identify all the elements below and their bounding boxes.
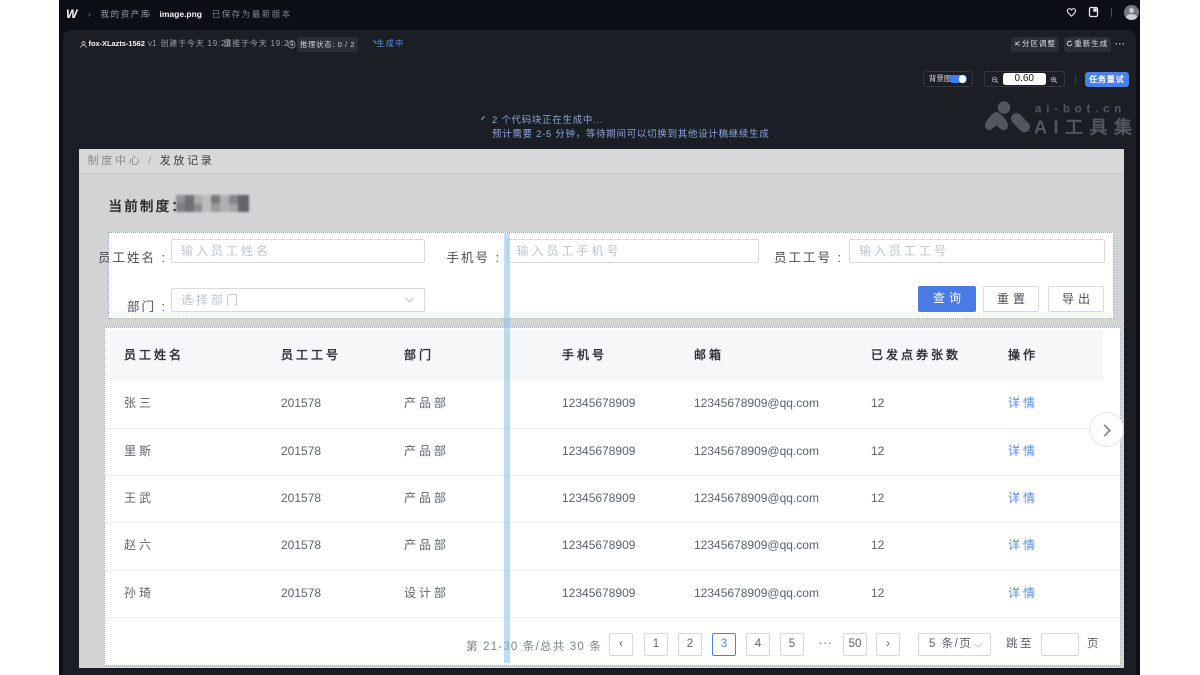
svg-text:AI工具集: AI工具集	[1034, 117, 1132, 138]
svg-text:ai-bot.cn: ai-bot.cn	[1035, 104, 1126, 116]
